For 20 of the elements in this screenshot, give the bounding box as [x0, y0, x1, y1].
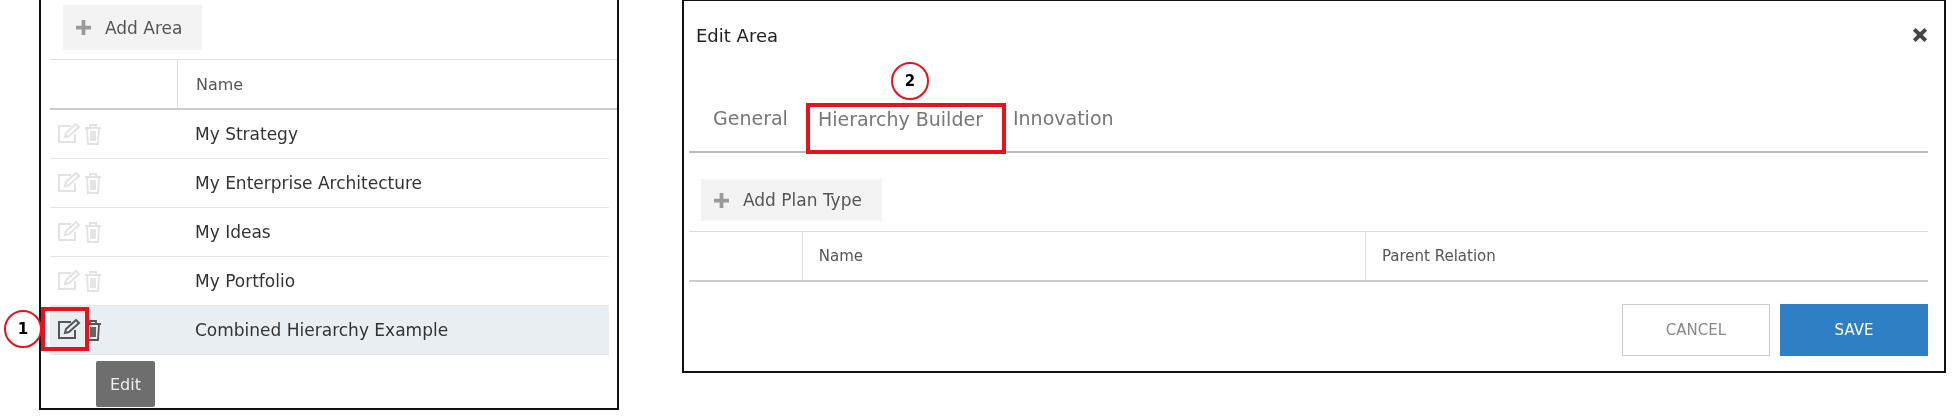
- area-name: My Enterprise Architecture: [194, 172, 423, 195]
- edit-tooltip: Edit: [96, 361, 155, 407]
- tab[interactable]: Hierarchy Builder: [805, 103, 995, 153]
- column-header: Name: [195, 73, 244, 96]
- area-name: My Ideas: [194, 221, 271, 244]
- area-name: Combined Hierarchy Example: [194, 319, 449, 342]
- table-row[interactable]: Combined Hierarchy Example: [50, 306, 609, 355]
- cancel-button[interactable]: CANCEL: [1622, 304, 1770, 356]
- dialog-title: Edit Area: [696, 24, 778, 46]
- step-marker: 1: [4, 310, 42, 348]
- area-name: My Portfolio: [194, 270, 296, 293]
- step-marker: 2: [891, 62, 929, 100]
- area-name: My Strategy: [194, 123, 298, 146]
- column-header: Parent Relation: [1380, 246, 1497, 267]
- add-area-button[interactable]: Add Area: [63, 5, 203, 50]
- save-button[interactable]: SAVE: [1780, 304, 1928, 356]
- tab[interactable]: General: [701, 101, 800, 151]
- add-plan-type-button[interactable]: Add Plan Type: [701, 179, 882, 221]
- tab[interactable]: Innovation: [1000, 101, 1126, 151]
- column-header: Name: [802, 232, 1366, 280]
